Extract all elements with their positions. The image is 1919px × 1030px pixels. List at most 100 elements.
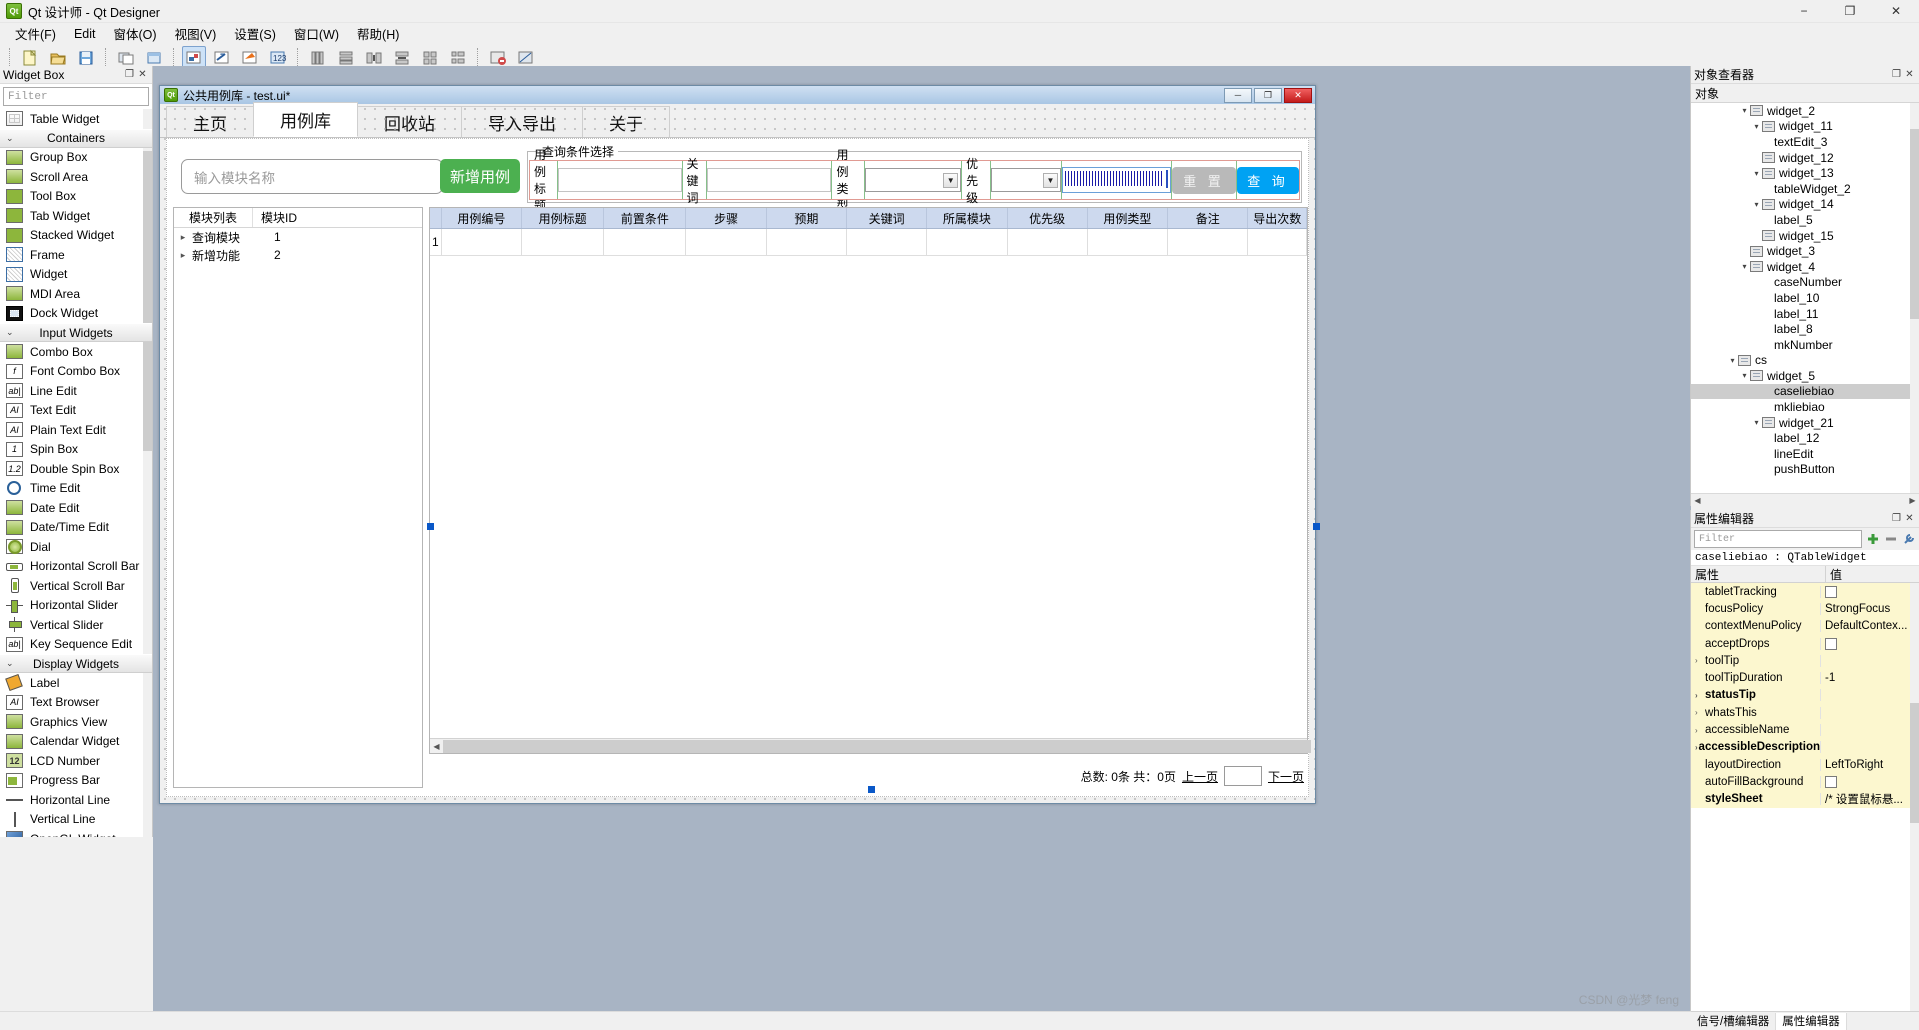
- case-cell[interactable]: [442, 229, 523, 255]
- hscroll-track[interactable]: [443, 739, 1311, 753]
- next-page-button[interactable]: 下一页: [1268, 768, 1304, 785]
- float-icon[interactable]: ❐: [1890, 68, 1903, 81]
- widget-item-graphics-view[interactable]: Graphics View: [0, 712, 152, 732]
- chevron-down-icon[interactable]: ▾: [1751, 169, 1762, 178]
- object-row-mkliebiao[interactable]: mkliebiao: [1691, 399, 1919, 415]
- add-case-button[interactable]: 新增用例: [440, 159, 520, 193]
- object-row-label_10[interactable]: label_10: [1691, 290, 1919, 306]
- form-restore-button[interactable]: ❐: [1254, 87, 1282, 103]
- form-tab-回收站[interactable]: 回收站: [357, 106, 462, 137]
- object-row-tableWidget_2[interactable]: tableWidget_2: [1691, 181, 1919, 197]
- form-tab-用例库[interactable]: 用例库: [253, 102, 358, 137]
- minimize-button[interactable]: −: [1781, 0, 1827, 22]
- widget-item-horizontal-scroll-bar[interactable]: Horizontal Scroll Bar: [0, 556, 152, 576]
- widget-item-vertical-slider[interactable]: Vertical Slider: [0, 615, 152, 635]
- menu-view[interactable]: 视图(V): [166, 22, 226, 45]
- float-icon[interactable]: ❐: [1890, 512, 1903, 525]
- object-row-widget_13[interactable]: ▾ widget_13: [1691, 165, 1919, 181]
- widget-item-key-sequence-edit[interactable]: ab| Key Sequence Edit: [0, 634, 152, 654]
- case-col-10[interactable]: 导出次数: [1248, 208, 1308, 228]
- object-row-label_12[interactable]: label_12: [1691, 430, 1919, 446]
- widget-item-calendar-widget[interactable]: Calendar Widget: [0, 731, 152, 751]
- scrollbar-thumb[interactable]: [1910, 129, 1919, 319]
- widget-item-scroll-area[interactable]: Scroll Area: [0, 167, 152, 187]
- scrollbar-thumb[interactable]: [143, 151, 152, 451]
- form-close-button[interactable]: ✕: [1284, 87, 1312, 103]
- case-col-2[interactable]: 前置条件: [604, 208, 687, 228]
- case-cell[interactable]: [686, 229, 767, 255]
- scroll-left-icon[interactable]: ◀: [1691, 494, 1704, 507]
- widget-item-date-time-edit[interactable]: Date/Time Edit: [0, 517, 152, 537]
- object-row-widget_4[interactable]: ▾ widget_4: [1691, 259, 1919, 275]
- property-value-cell[interactable]: StrongFocus: [1821, 603, 1919, 615]
- property-row-styleSheet[interactable]: styleSheet /* 设置鼠标悬...: [1691, 790, 1919, 808]
- chevron-down-icon[interactable]: ▾: [1727, 356, 1738, 365]
- module-tree-body[interactable]: ▸ 查询模块 1 ▸ 新增功能 2: [174, 228, 422, 264]
- checkbox[interactable]: [1825, 637, 1837, 650]
- widget-item-date-edit[interactable]: Date Edit: [0, 498, 152, 518]
- expand-arrow-icon[interactable]: ›: [1695, 656, 1705, 665]
- hscroll-thumb[interactable]: [443, 739, 1311, 753]
- float-icon[interactable]: ❐: [123, 68, 136, 81]
- object-row-widget_2[interactable]: ▾ widget_2: [1691, 103, 1919, 119]
- case-cell[interactable]: [522, 229, 605, 255]
- close-icon[interactable]: ✕: [1903, 512, 1916, 525]
- widget-item-combo-box[interactable]: Combo Box: [0, 342, 152, 362]
- widget-item-double-spin-box[interactable]: 1.2 Double Spin Box: [0, 459, 152, 479]
- widget-box-category-display-widgets[interactable]: ⌄ Display Widgets: [0, 654, 152, 673]
- module-tree-row[interactable]: ▸ 新增功能 2: [174, 246, 422, 264]
- widget-item-vertical-line[interactable]: Vertical Line: [0, 809, 152, 829]
- scrollbar-thumb[interactable]: [1910, 703, 1919, 823]
- widget-item-text-browser[interactable]: AI Text Browser: [0, 692, 152, 712]
- object-row-label_11[interactable]: label_11: [1691, 306, 1919, 322]
- module-search-input[interactable]: 输入模块名称: [181, 159, 443, 194]
- reset-button[interactable]: 重 置: [1172, 166, 1236, 194]
- object-tree-hscrollbar[interactable]: ◀ ▶: [1691, 493, 1919, 506]
- widget-item-opengl-widget[interactable]: OpenGL Widget: [0, 829, 152, 837]
- widget-box-filter-input[interactable]: Filter: [3, 87, 149, 106]
- case-cell[interactable]: [1168, 229, 1249, 255]
- case-col-3[interactable]: 步骤: [686, 208, 767, 228]
- scroll-left-icon[interactable]: ◀: [430, 740, 443, 753]
- object-row-widget_3[interactable]: widget_3: [1691, 243, 1919, 259]
- case-cell[interactable]: [604, 229, 687, 255]
- object-row-label_5[interactable]: label_5: [1691, 212, 1919, 228]
- object-row-label_8[interactable]: label_8: [1691, 321, 1919, 337]
- object-row-pushButton[interactable]: pushButton: [1691, 462, 1919, 478]
- case-col-8[interactable]: 用例类型: [1088, 208, 1169, 228]
- property-row-tabletTracking[interactable]: tabletTracking: [1691, 583, 1919, 601]
- widget-item-horizontal-slider[interactable]: Horizontal Slider: [0, 595, 152, 615]
- object-row-textEdit_3[interactable]: textEdit_3: [1691, 134, 1919, 150]
- expand-arrow-icon[interactable]: ›: [1695, 726, 1705, 735]
- property-list-scrollbar[interactable]: [1910, 583, 1919, 1012]
- close-button[interactable]: ✕: [1873, 0, 1919, 22]
- property-list[interactable]: tabletTracking focusPolicy StrongFocus cont…: [1691, 583, 1919, 1012]
- expand-arrow-icon[interactable]: ›: [1695, 708, 1705, 717]
- object-row-lineEdit[interactable]: lineEdit: [1691, 446, 1919, 462]
- widget-box-category-containers[interactable]: ⌄ Containers: [0, 128, 152, 148]
- property-row-contextMenuPolicy[interactable]: contextMenuPolicy DefaultContex...: [1691, 617, 1919, 635]
- widget-item-tab-widget[interactable]: Tab Widget: [0, 206, 152, 226]
- property-row-statusTip[interactable]: › statusTip: [1691, 686, 1919, 705]
- object-row-cs[interactable]: ▾ cs: [1691, 353, 1919, 369]
- resize-handle-bottom[interactable]: [868, 786, 875, 793]
- widget-item-plain-text-edit[interactable]: AI Plain Text Edit: [0, 420, 152, 440]
- widget-box-category-input-widgets[interactable]: ⌄ Input Widgets: [0, 323, 152, 342]
- minus-icon[interactable]: [1883, 532, 1898, 547]
- widget-item-horizontal-line[interactable]: Horizontal Line: [0, 790, 152, 810]
- case-col-9[interactable]: 备注: [1168, 208, 1249, 228]
- widget-item-line-edit[interactable]: ab| Line Edit: [0, 381, 152, 401]
- module-tree[interactable]: 模块列表 模块ID ▸ 查询模块 1 ▸ 新增功能 2: [173, 207, 423, 788]
- query-combo-priority[interactable]: ▼: [991, 168, 1061, 192]
- widget-item-frame[interactable]: Frame: [0, 245, 152, 265]
- widget-item-widget[interactable]: Widget: [0, 264, 152, 284]
- case-cell[interactable]: [1088, 229, 1169, 255]
- menu-settings[interactable]: 设置(S): [225, 22, 285, 45]
- form-tab-主页[interactable]: 主页: [166, 106, 254, 137]
- object-row-widget_12[interactable]: widget_12: [1691, 150, 1919, 166]
- bottom-tab-信号/槽编辑器[interactable]: 信号/槽编辑器: [1691, 1012, 1777, 1030]
- property-row-layoutDirection[interactable]: layoutDirection LeftToRight: [1691, 755, 1919, 774]
- query-input-keyword[interactable]: [707, 168, 832, 192]
- widget-item-time-edit[interactable]: Time Edit: [0, 478, 152, 498]
- widget-item-label[interactable]: Label: [0, 673, 152, 693]
